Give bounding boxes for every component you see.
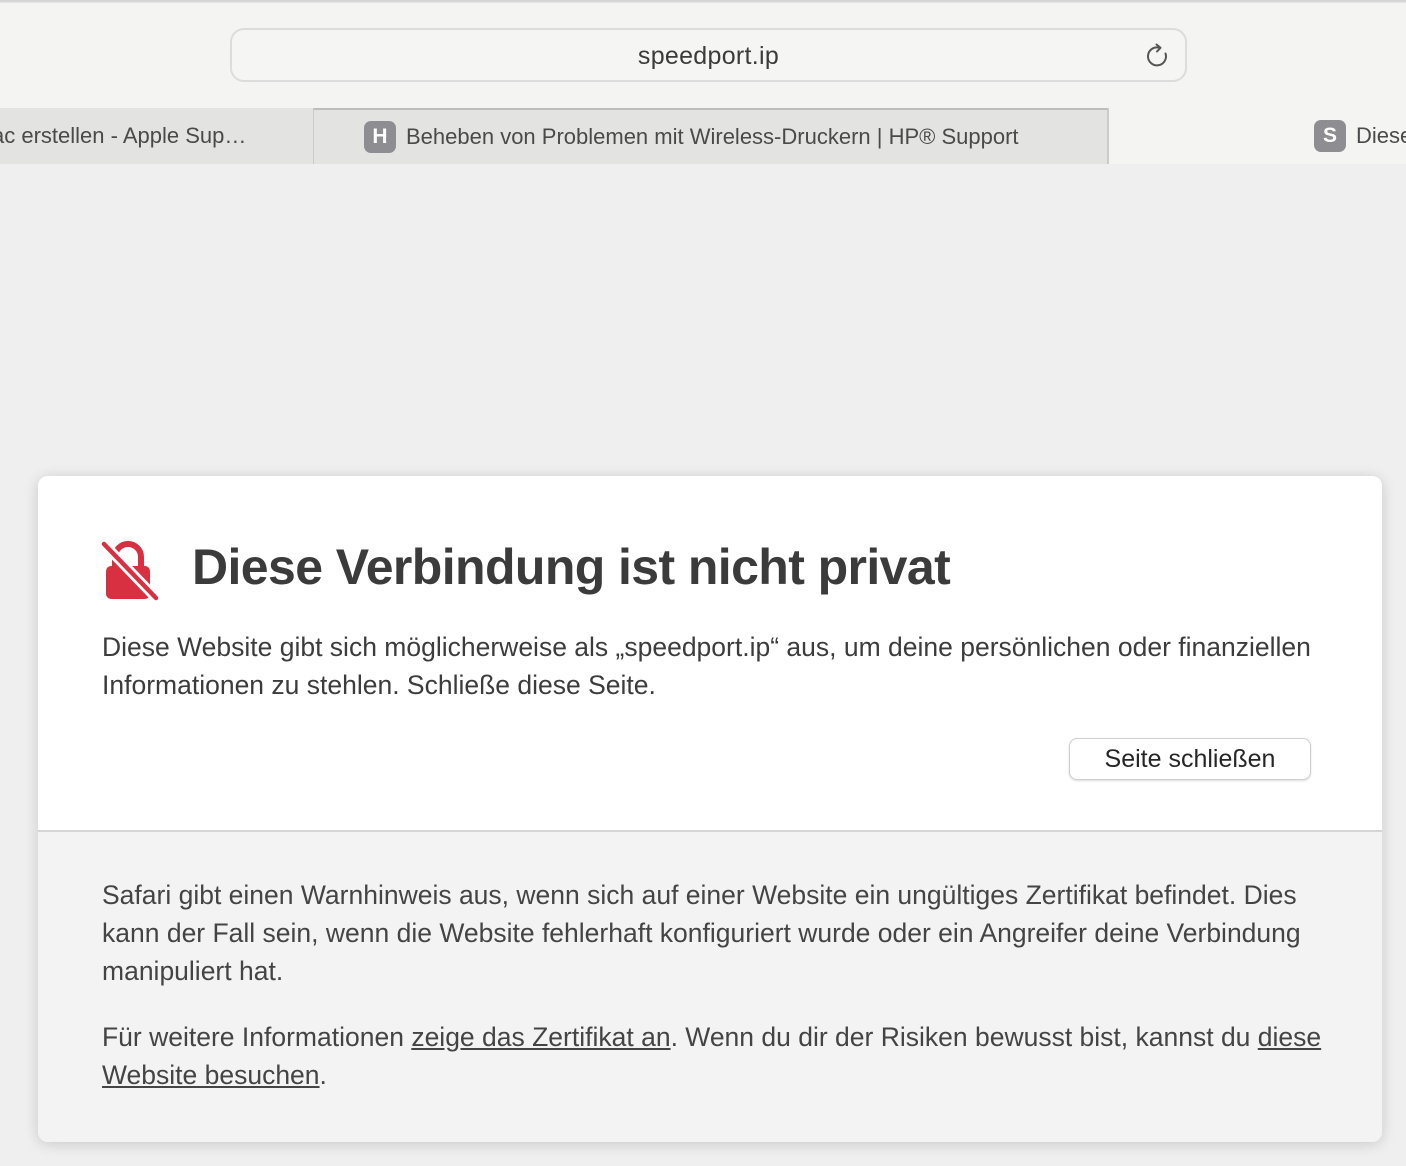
tab-label: ac erstellen - Apple Sup…: [0, 123, 247, 148]
warning-details: Safari gibt einen Warnhinweis aus, wenn …: [38, 832, 1382, 1142]
tab-active-speedport[interactable]: S Diese: [1108, 108, 1406, 164]
tab-apple-support[interactable]: ac erstellen - Apple Sup…: [0, 108, 314, 164]
details-text: . Wenn du dir der Risiken bewusst bist, …: [670, 1022, 1258, 1052]
details-paragraph: Safari gibt einen Warnhinweis aus, wenn …: [102, 880, 1301, 986]
reload-icon[interactable]: [1145, 43, 1171, 69]
details-text: Für weitere Informationen: [102, 1022, 412, 1052]
window-top-border: [0, 0, 1406, 3]
tab-label: Diese: [1356, 123, 1406, 148]
favicon-h-icon: H: [364, 121, 396, 153]
warning-message: Diese Website gibt sich möglicherweise a…: [102, 632, 1311, 700]
browser-toolbar: speedport.ip: [0, 0, 1406, 108]
address-bar[interactable]: speedport.ip: [230, 28, 1187, 82]
details-paragraph-links: Für weitere Informationen zeige das Zert…: [102, 1018, 1322, 1094]
tab-hp-support[interactable]: H Beheben von Problemen mit Wireless-Dru…: [314, 108, 1108, 164]
close-page-button[interactable]: Seite schließen: [1069, 738, 1311, 780]
show-certificate-link[interactable]: zeige das Zertifikat an: [411, 1022, 670, 1052]
favicon-s-icon: S: [1314, 120, 1346, 152]
tab-bar: ac erstellen - Apple Sup… H Beheben von …: [0, 108, 1406, 164]
warning-card-top: Diese Verbindung ist nicht privat Diese …: [38, 476, 1382, 830]
details-text: .: [319, 1060, 327, 1090]
warning-title: Diese Verbindung ist nicht privat: [192, 539, 951, 595]
warning-card: Diese Verbindung ist nicht privat Diese …: [38, 476, 1382, 1142]
tab-label: Beheben von Problemen mit Wireless-Druck…: [406, 124, 1019, 149]
page-content: Diese Verbindung ist nicht privat Diese …: [0, 164, 1406, 1166]
address-url[interactable]: speedport.ip: [232, 42, 1185, 71]
lock-slash-icon: [101, 541, 159, 601]
